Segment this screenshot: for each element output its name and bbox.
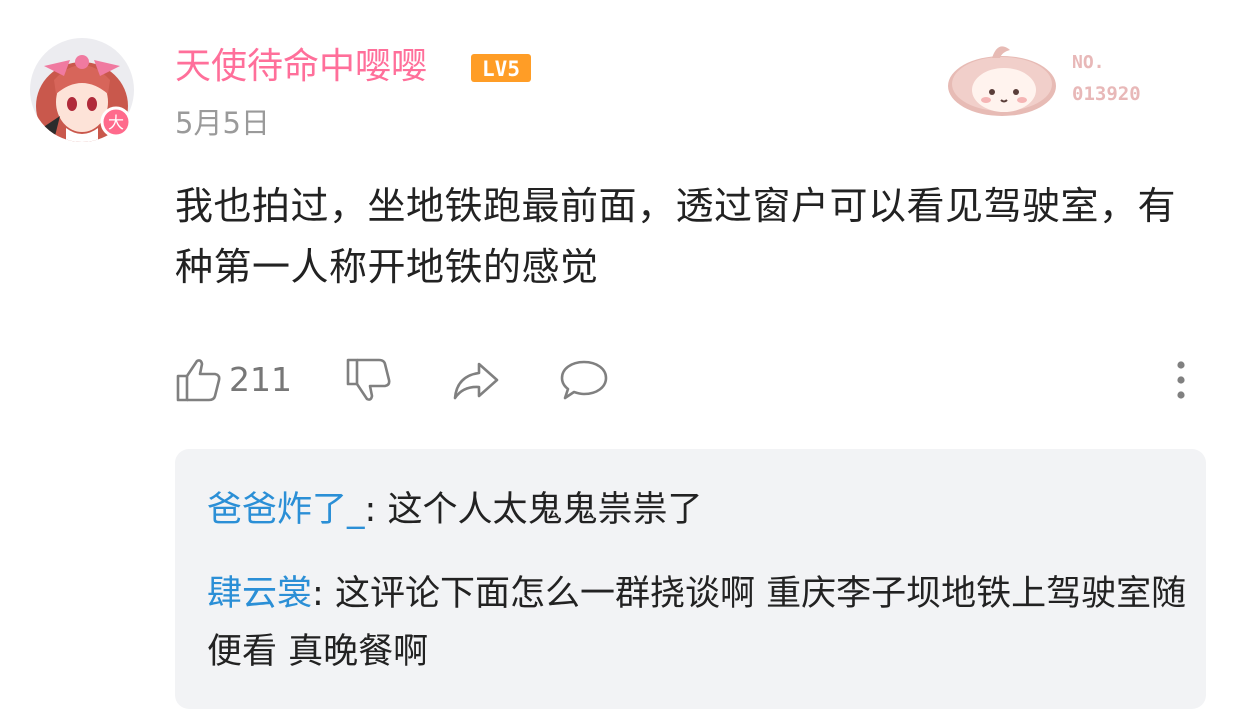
more-button[interactable] xyxy=(1167,356,1195,404)
reply-text: 这个人太鬼鬼祟祟了 xyxy=(387,490,703,530)
reply-text: 这评论下面怎么一群挠谈啊 重庆李子坝地铁上驾驶室随便看 真晚餐啊 xyxy=(207,574,1187,672)
reply-username[interactable]: 爸爸炸了_ xyxy=(207,490,365,530)
reply-icon xyxy=(560,360,608,400)
reply-separator: : xyxy=(312,574,335,614)
avatar-image: 大 xyxy=(30,38,134,142)
reply-separator: : xyxy=(364,490,388,530)
post-date: 5月5日 xyxy=(175,106,270,140)
dislike-button[interactable] xyxy=(345,356,393,404)
reply-item[interactable]: 肆云裳: 这评论下面怎么一群挠谈啊 重庆李子坝地铁上驾驶室随便看 真晚餐啊 xyxy=(207,565,1187,681)
avatar-badge-text: 大 xyxy=(108,113,124,132)
mascot-icon xyxy=(948,46,1056,116)
like-button[interactable]: 211 xyxy=(175,356,292,404)
username[interactable]: 天使待命中嘤嘤 xyxy=(175,44,427,90)
more-vertical-icon xyxy=(1177,361,1185,399)
reply-username[interactable]: 肆云裳 xyxy=(207,574,312,614)
like-count: 211 xyxy=(229,360,292,399)
thumbs-up-icon xyxy=(176,359,221,402)
share-icon xyxy=(453,362,499,400)
replies-box[interactable]: 爸爸炸了_: 这个人太鬼鬼祟祟了 肆云裳: 这评论下面怎么一群挠谈啊 重庆李子坝… xyxy=(175,449,1206,709)
share-button[interactable] xyxy=(451,356,501,404)
reply-item[interactable]: 爸爸炸了_: 这个人太鬼鬼祟祟了 xyxy=(207,481,1187,539)
reply-button[interactable] xyxy=(559,356,609,404)
level-badge: LV5 xyxy=(470,53,532,83)
avatar[interactable]: 大 xyxy=(30,36,142,148)
level-badge-text: LV5 xyxy=(482,57,520,81)
fan-badge-label: NO. xyxy=(1072,52,1105,73)
comment-text: 我也拍过，坐地铁跑最前面，透过窗户可以看见驾驶室，有种第一人称开地铁的感觉 xyxy=(175,184,1177,289)
fan-badge: NO. 013920 xyxy=(940,40,1170,120)
fan-badge-number: 013920 xyxy=(1072,83,1141,105)
thumbs-down-icon xyxy=(346,358,391,401)
action-bar: 211 xyxy=(175,352,1205,408)
